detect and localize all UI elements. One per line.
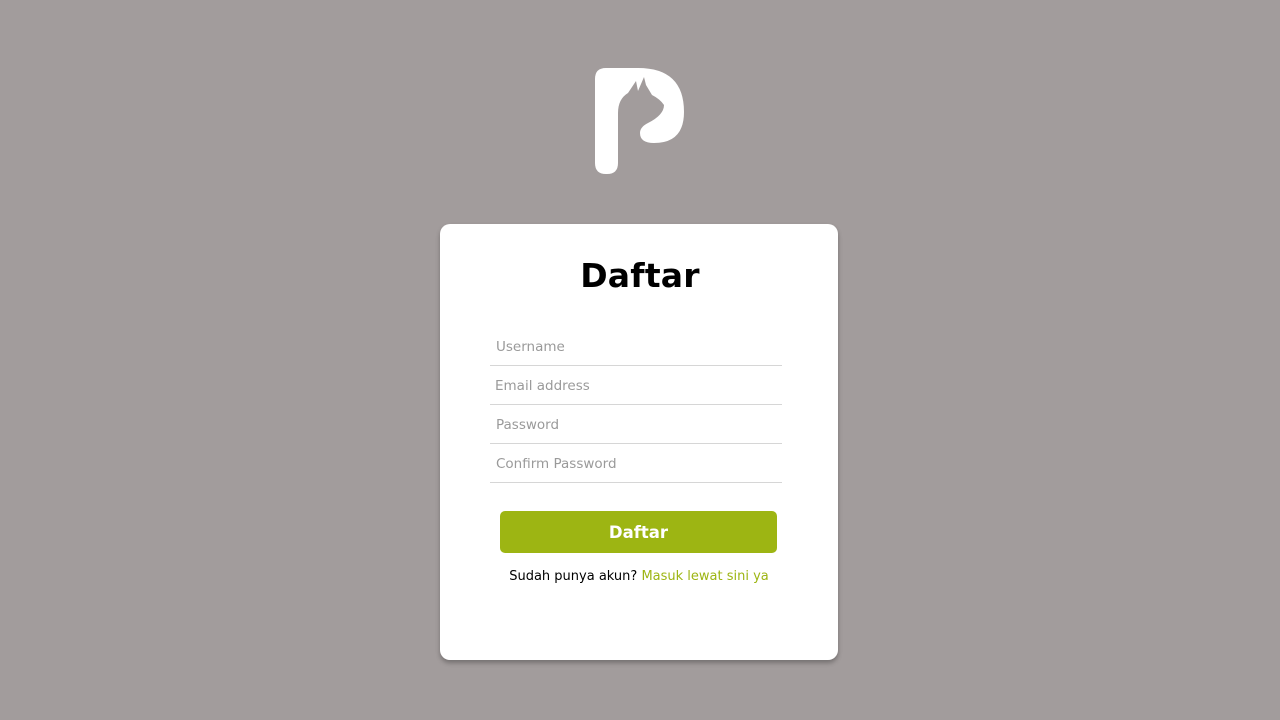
password-input[interactable]	[490, 406, 782, 444]
login-prompt: Sudah punya akun? Masuk lewat sini ya	[440, 569, 838, 584]
confirm-password-input[interactable]	[490, 445, 782, 483]
llama-p-logo-icon	[594, 67, 686, 175]
login-link[interactable]: Masuk lewat sini ya	[641, 569, 768, 584]
login-prompt-text: Sudah punya akun?	[509, 569, 642, 584]
email-input[interactable]	[490, 367, 782, 405]
username-input[interactable]	[490, 328, 782, 366]
register-button[interactable]: Daftar	[500, 511, 777, 553]
page-title: Daftar	[580, 256, 700, 295]
